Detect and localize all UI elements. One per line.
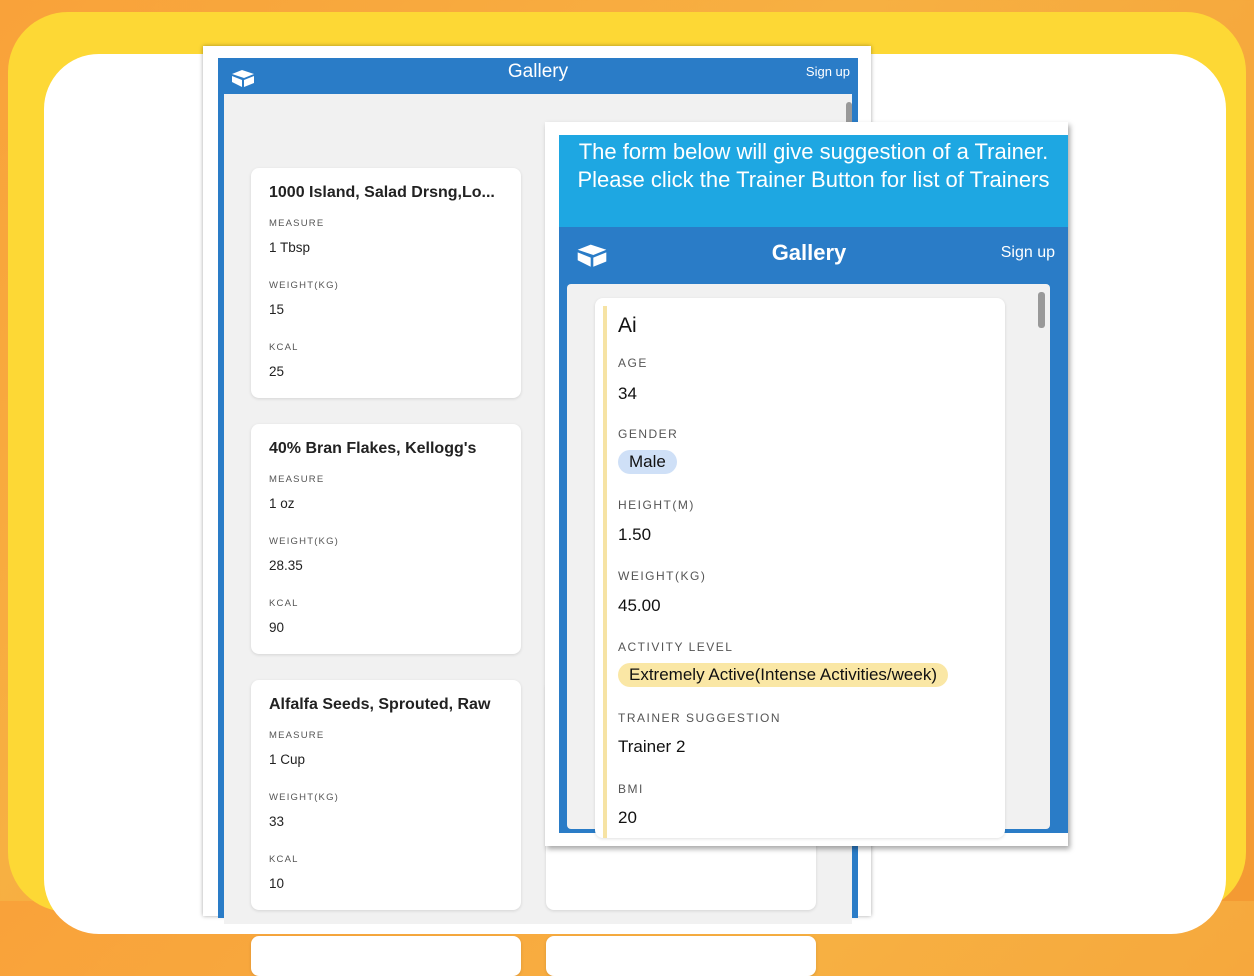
activity-label: ACTIVITY LEVEL [618,640,734,654]
age-label: AGE [618,356,648,370]
measure-label: MEASURE [269,730,325,741]
kcal-value: 25 [269,364,285,379]
food-card-partial[interactable] [251,936,521,976]
app-header: Gallery Sign up [218,58,858,94]
measure-value: 1 Cup [269,752,306,767]
popup-app-container: Gallery Sign up Ai AGE 34 GENDER Male HE… [559,227,1068,838]
weight-label: WEIGHT(KG) [269,536,340,547]
weight-label: WEIGHT(KG) [269,280,340,291]
gender-badge: Male [618,450,677,474]
food-card[interactable]: 1000 Island, Salad Drsng,Lo... MEASURE 1… [251,168,521,398]
height-value: 1.50 [618,525,652,544]
weight-value: 28.35 [269,558,303,573]
popup-page-title: Gallery [771,240,847,265]
measure-value: 1 oz [269,496,295,511]
gender-label: GENDER [618,427,679,441]
age-value: 34 [618,384,637,403]
weight-value: 45.00 [618,596,661,615]
food-card[interactable]: 40% Bran Flakes, Kellogg's MEASURE 1 oz … [251,424,521,654]
weight-label: WEIGHT(KG) [269,792,340,803]
bmi-value: 20 [618,808,637,827]
kcal-label: KCAL [269,854,299,865]
activity-badge: Extremely Active(Intense Activities/week… [618,663,949,687]
trainer-popup-window: The form below will give suggestion of a… [545,122,1068,846]
kcal-value: 90 [269,620,285,635]
food-card-partial[interactable] [546,936,816,976]
page-title: Gallery [507,61,569,82]
kcal-label: KCAL [269,342,299,353]
food-card[interactable]: Alfalfa Seeds, Sprouted, Raw MEASURE 1 C… [251,680,521,910]
popup-signup-link[interactable]: Sign up [1001,244,1055,262]
food-name: 40% Bran Flakes, Kellogg's [269,440,477,457]
trainer-suggestion-label: TRAINER SUGGESTION [618,711,782,725]
measure-value: 1 Tbsp [269,240,311,255]
popup-body: Ai AGE 34 GENDER Male HEIGHT(M) 1.50 WEI… [567,284,1050,838]
weight-label: WEIGHT(KG) [618,569,707,583]
kcal-label: KCAL [269,598,299,609]
card-accent-stripe [603,306,607,838]
measure-label: MEASURE [269,218,325,229]
food-name: Alfalfa Seeds, Sprouted, Raw [269,696,491,713]
trainer-record-card[interactable]: Ai AGE 34 GENDER Male HEIGHT(M) 1.50 WEI… [595,298,1005,838]
height-label: HEIGHT(M) [618,498,695,512]
kcal-value: 10 [269,876,285,891]
weight-value: 15 [269,302,285,317]
signup-link[interactable]: Sign up [806,64,850,79]
weight-value: 33 [269,814,285,829]
trainer-suggestion-value: Trainer 2 [618,737,686,756]
info-banner: The form below will give suggestion of a… [559,135,1068,227]
scrollbar[interactable] [1038,292,1045,328]
measure-label: MEASURE [269,474,325,485]
record-name: Ai [618,314,637,337]
bmi-label: BMI [618,782,644,796]
food-name: 1000 Island, Salad Drsng,Lo... [269,184,495,201]
